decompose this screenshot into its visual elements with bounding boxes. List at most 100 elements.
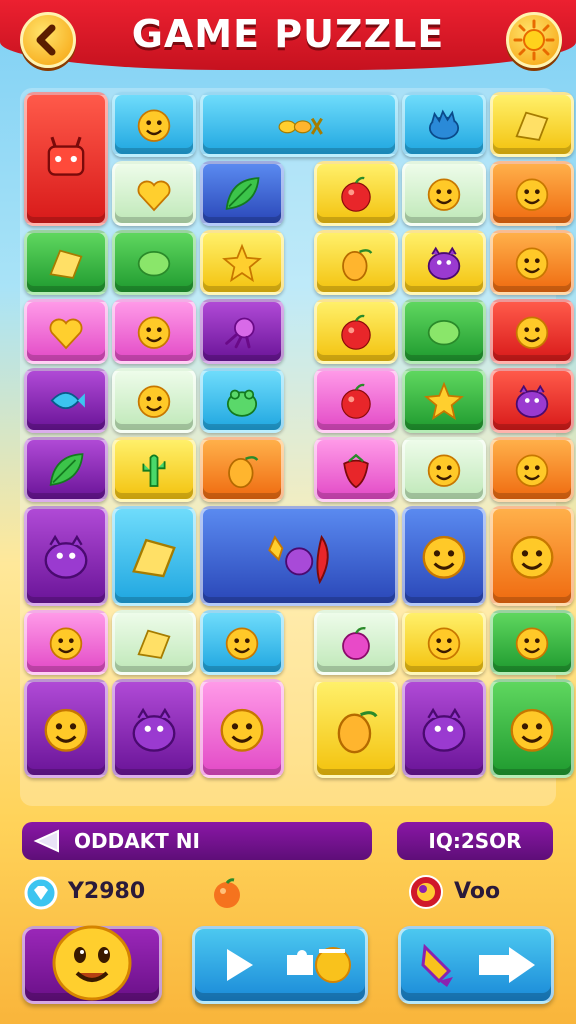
- game-tile[interactable]: [24, 506, 108, 606]
- gem-count: Y2980: [68, 879, 146, 904]
- smiley-face-icon: [52, 925, 132, 1001]
- gem-icon: [24, 876, 58, 910]
- game-tile[interactable]: [314, 299, 399, 364]
- hedgehog-icon: [429, 109, 460, 140]
- monster-icon: [44, 534, 88, 579]
- game-tile[interactable]: [402, 368, 487, 433]
- game-tile[interactable]: [200, 609, 284, 675]
- game-tile[interactable]: [490, 92, 575, 157]
- game-tile[interactable]: [490, 161, 575, 226]
- mango-icon: [342, 249, 373, 282]
- frog-icon: [226, 389, 258, 417]
- smiley-icon: [428, 454, 461, 487]
- smiley-icon: [137, 316, 171, 349]
- game-tile[interactable]: [200, 506, 399, 606]
- game-tile[interactable]: [314, 161, 399, 226]
- game-tile[interactable]: [314, 230, 399, 295]
- game-tile[interactable]: [24, 678, 108, 778]
- cactus-icon: [142, 454, 166, 487]
- arrow-right-icon: [479, 947, 535, 983]
- monster-icon: [132, 707, 176, 752]
- game-tile[interactable]: [490, 299, 575, 364]
- game-tile[interactable]: [112, 609, 196, 675]
- back-button[interactable]: [20, 12, 76, 68]
- game-tile[interactable]: [402, 609, 487, 675]
- apple-icon: [341, 383, 372, 419]
- game-tile[interactable]: [402, 161, 487, 226]
- lemon-icon: [428, 319, 461, 346]
- game-tile[interactable]: [24, 299, 108, 364]
- cheese-icon: [132, 538, 176, 578]
- game-tile[interactable]: [24, 230, 108, 295]
- game-tile[interactable]: [200, 161, 284, 226]
- game-tile[interactable]: [112, 230, 196, 295]
- game-tile[interactable]: [24, 437, 108, 502]
- mango-icon: [228, 456, 259, 489]
- paint-brush-icon: [421, 943, 453, 987]
- game-tile[interactable]: [200, 437, 284, 502]
- settings-button[interactable]: [506, 12, 562, 68]
- game-tile[interactable]: [24, 609, 108, 675]
- game-tile[interactable]: [314, 609, 399, 675]
- smiley-icon: [516, 626, 549, 660]
- game-tile[interactable]: [490, 609, 575, 675]
- game-tile[interactable]: [112, 437, 196, 502]
- game-tile[interactable]: [314, 437, 399, 502]
- game-tile[interactable]: [200, 299, 284, 364]
- smiley-icon: [137, 109, 171, 142]
- leaf-icon: [225, 177, 260, 210]
- sun-icon: [513, 19, 555, 61]
- game-tile[interactable]: [112, 299, 196, 364]
- game-tile[interactable]: [314, 368, 399, 433]
- smiley-icon: [49, 626, 83, 660]
- game-tile[interactable]: [314, 678, 399, 778]
- puzzle-board: [20, 88, 575, 806]
- monster-icon: [422, 707, 466, 752]
- heart-icon: [49, 318, 83, 350]
- game-tile[interactable]: [24, 92, 108, 226]
- game-tile[interactable]: [490, 437, 575, 502]
- game-tile[interactable]: [112, 506, 196, 606]
- game-tile[interactable]: [402, 299, 487, 364]
- cheese-icon: [515, 111, 549, 141]
- game-tile[interactable]: [490, 230, 575, 295]
- game-tile[interactable]: [112, 92, 196, 157]
- paint-button[interactable]: [398, 926, 554, 1004]
- game-tile[interactable]: [112, 161, 196, 226]
- score-label: IQ:2SOR: [428, 829, 522, 853]
- game-tile[interactable]: [200, 92, 399, 157]
- game-tile[interactable]: [112, 678, 196, 778]
- game-tile[interactable]: [490, 368, 575, 433]
- game-tile[interactable]: [200, 230, 284, 295]
- game-tile[interactable]: [402, 92, 487, 157]
- game-tile[interactable]: [24, 368, 108, 433]
- smiley-icon: [220, 708, 264, 752]
- game-tile[interactable]: [402, 230, 487, 295]
- play-button[interactable]: [192, 926, 368, 1004]
- star-icon: [222, 243, 262, 283]
- lives-count: Voo: [454, 879, 501, 904]
- game-tile[interactable]: [402, 678, 487, 778]
- level-label: ODDAKT NI: [74, 829, 200, 853]
- monster-icon: [428, 246, 461, 280]
- game-tile[interactable]: [490, 506, 575, 606]
- smiley-icon: [422, 535, 466, 579]
- apple-icon: [341, 176, 372, 212]
- puzzle-piece-icon: [287, 947, 351, 983]
- smiley-icon: [225, 626, 259, 660]
- smiley-icon: [510, 535, 554, 579]
- cheese-icon: [49, 249, 83, 279]
- game-tile[interactable]: [490, 678, 575, 778]
- game-tile[interactable]: [200, 368, 284, 433]
- game-tile[interactable]: [402, 506, 487, 606]
- game-tile[interactable]: [112, 368, 196, 433]
- chevron-left-icon: [36, 24, 56, 56]
- game-tile[interactable]: [402, 437, 487, 502]
- smiley-icon: [428, 178, 461, 211]
- score-banner: IQ:2SOR: [397, 822, 553, 860]
- game-tile[interactable]: [200, 678, 284, 778]
- fruit-badge-icon: [409, 875, 443, 909]
- avatar-button[interactable]: [22, 925, 162, 1004]
- fruit-combo-icon: [268, 534, 329, 585]
- smiley-icon: [516, 178, 549, 211]
